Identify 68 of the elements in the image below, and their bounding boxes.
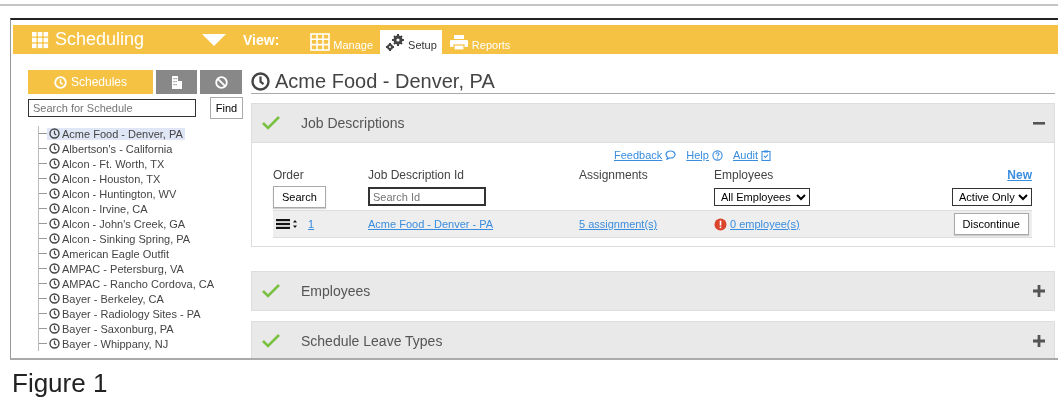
tree-item[interactable]: Alcon - Sinking Spring, PA	[47, 232, 193, 245]
discontinue-button[interactable]: Discontinue	[953, 213, 1029, 235]
tree-item[interactable]: Alcon - Huntington, WV	[47, 187, 179, 200]
view-label: View:	[243, 31, 280, 48]
find-button[interactable]: Find	[210, 97, 243, 119]
ban-icon	[214, 75, 228, 89]
sidebar-tab[interactable]	[156, 70, 197, 94]
gears-icon	[385, 33, 406, 51]
tree-item[interactable]: Bayer - Whippany, NJ	[47, 337, 171, 350]
tree-item[interactable]: Alcon - Ft. Worth, TX	[47, 157, 167, 170]
tree-item[interactable]: Bayer - Berkeley, CA	[47, 292, 166, 305]
comment-icon	[665, 150, 677, 160]
clipboard-icon	[761, 149, 771, 161]
status-filter-dropdown[interactable]: Active Only	[952, 187, 1032, 206]
tree-item[interactable]: AMPAC - Petersburg, VA	[47, 262, 186, 275]
view-tab[interactable]: Setup	[380, 30, 442, 54]
help-icon	[711, 149, 723, 161]
section-header[interactable]: Employees	[251, 271, 1055, 311]
tree-item[interactable]: Bayer - Saxonburg, PA	[47, 322, 176, 335]
employee-filter-dropdown[interactable]: All Employees	[714, 187, 810, 206]
table-icon	[310, 33, 331, 51]
clock-icon	[49, 263, 60, 274]
link[interactable]: Audit	[732, 149, 758, 161]
tree-item[interactable]: Albertson's - California	[47, 142, 175, 155]
page-title: Acme Food - Denver, PA	[275, 70, 495, 93]
clock-icon	[49, 203, 60, 214]
tree-item[interactable]: Acme Food - Denver, PA	[47, 127, 185, 140]
clock-icon	[49, 278, 60, 289]
clock-icon	[49, 308, 60, 319]
id-search-field[interactable]: Search Id	[368, 187, 486, 206]
clock-icon	[49, 143, 60, 154]
section-header[interactable]: Schedule Leave Types	[251, 321, 1055, 358]
column-header: Order	[273, 168, 304, 182]
clock-icon	[49, 233, 60, 244]
sidebar-tab[interactable]	[200, 70, 242, 94]
link[interactable]: Feedback	[614, 149, 663, 161]
app-title: Scheduling	[55, 29, 145, 50]
expand-icon	[1032, 334, 1046, 348]
column-header: Assignments	[579, 168, 648, 182]
reorder-icon	[276, 218, 298, 230]
clock-icon	[49, 218, 60, 229]
search-button[interactable]: Search	[273, 185, 326, 208]
tree-item[interactable]: Alcon - John's Creek, GA	[47, 217, 188, 230]
clock-icon	[49, 323, 60, 334]
clock-icon	[49, 188, 60, 199]
clock-icon	[49, 173, 60, 184]
grid-icon	[31, 30, 49, 49]
tree-item[interactable]: Alcon - Irvine, CA	[47, 202, 150, 215]
clock-icon	[49, 128, 60, 139]
building-icon	[170, 75, 183, 89]
figure-caption: Figure 1	[12, 368, 109, 399]
section-header[interactable]: Job Descriptions	[251, 103, 1055, 143]
clock-icon	[53, 75, 67, 89]
tree-item[interactable]: American Eagle Outfit	[47, 247, 171, 260]
column-header: Job Description Id	[368, 168, 465, 182]
search-field[interactable]: Search for Schedule	[28, 99, 196, 117]
link[interactable]: Help	[686, 149, 709, 161]
clock-icon	[251, 72, 270, 91]
clock-icon	[49, 338, 60, 349]
tree-item[interactable]: Alcon - Houston, TX	[47, 172, 163, 185]
clock-icon	[49, 293, 60, 304]
clock-icon	[49, 248, 60, 259]
expand-icon	[1032, 284, 1046, 298]
clock-icon	[49, 158, 60, 169]
column-header: Employees	[714, 168, 774, 182]
printer-icon	[448, 34, 469, 51]
tree-item[interactable]: Bayer - Radiology Sites - PA	[47, 307, 203, 320]
tree-item[interactable]: AMPAC - Rancho Cordova, CA	[47, 277, 217, 290]
